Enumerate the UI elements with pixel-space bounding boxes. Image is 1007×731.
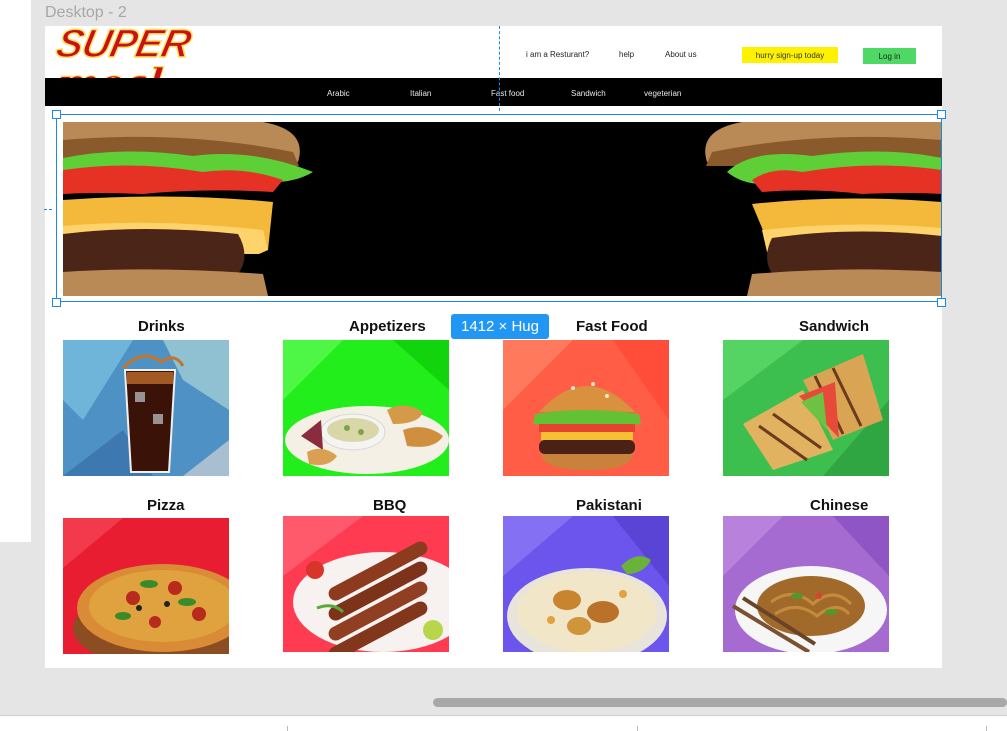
burger-banner-image [63, 122, 942, 296]
category-title-bbq: BBQ [373, 497, 407, 514]
signup-button[interactable]: hurry sign-up today [742, 47, 838, 63]
category-title-sandwich: Sandwich [799, 318, 870, 335]
login-button[interactable]: Log in [863, 48, 916, 64]
category-title-chinese: Chinese [810, 497, 869, 514]
frame-label[interactable]: Desktop - 2 [45, 4, 127, 22]
category-title-pakistani: Pakistani [576, 497, 642, 514]
nav-item-arabic[interactable]: Arabic [327, 89, 350, 98]
scrollbar-thumb[interactable] [433, 698, 1007, 707]
about-us-link[interactable]: About us [665, 50, 697, 59]
category-title-appetizers: Appetizers [349, 318, 426, 335]
help-link[interactable]: help [619, 50, 634, 59]
category-card-pizza[interactable] [63, 518, 229, 654]
category-card-appetizers[interactable] [283, 340, 449, 476]
bottom-ruler [0, 715, 1007, 731]
snack-platter-image [283, 340, 449, 474]
grilled-sandwich-image [723, 340, 889, 476]
ruler-tick [637, 726, 638, 731]
category-card-drinks[interactable] [63, 340, 229, 476]
category-card-pakistani[interactable] [503, 516, 669, 652]
category-card-bbq[interactable] [283, 516, 449, 652]
nav-item-italian[interactable]: Italian [410, 89, 431, 98]
dimension-badge: 1412 × Hug [451, 314, 549, 339]
ruler-tick [986, 726, 987, 731]
category-card-sandwich[interactable] [723, 340, 889, 476]
alignment-guide-horizontal [44, 209, 52, 210]
category-card-fast-food[interactable] [503, 340, 669, 476]
resize-handle-top-right[interactable] [937, 110, 946, 119]
category-title-pizza: Pizza [147, 497, 185, 514]
category-navbar: Arabic Italian Fast food Sandwich vegete… [45, 78, 942, 106]
restaurant-link[interactable]: i am a Resturant? [526, 50, 589, 59]
resize-handle-top-left[interactable] [52, 110, 61, 119]
hero-banner[interactable] [63, 122, 942, 296]
nav-item-vegetarian[interactable]: vegeterian [644, 89, 681, 98]
left-panel-edge [0, 0, 31, 542]
pizza-image [63, 518, 229, 654]
noodles-image [723, 516, 889, 652]
burger-image [503, 340, 669, 470]
logo-word-super: SUPER [52, 26, 196, 67]
category-card-chinese[interactable] [723, 516, 889, 652]
horizontal-scrollbar[interactable] [0, 690, 1007, 715]
biryani-image [503, 516, 669, 652]
resize-handle-bottom-right[interactable] [937, 298, 946, 307]
cola-glass-image [63, 340, 229, 476]
alignment-guide-vertical [499, 26, 500, 111]
desktop-frame[interactable]: SUPERmeal i am a Resturant? help About u… [45, 26, 942, 668]
nav-item-sandwich[interactable]: Sandwich [571, 89, 606, 98]
nav-item-fast-food[interactable]: Fast food [491, 89, 524, 98]
category-title-drinks: Drinks [138, 318, 185, 335]
ruler-tick [287, 726, 288, 731]
resize-handle-bottom-left[interactable] [52, 298, 61, 307]
kebab-skewers-image [283, 516, 449, 652]
category-title-fast-food: Fast Food [576, 318, 648, 335]
supermeal-logo[interactable]: SUPERmeal [52, 26, 267, 108]
